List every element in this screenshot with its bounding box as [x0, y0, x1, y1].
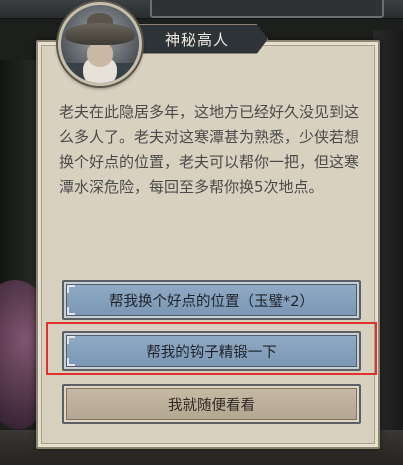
- background-top-frame: [150, 0, 384, 18]
- npc-dialog-text: 老夫在此隐居多年，这地方已经好久没见到这么多人了。老夫对这寒潭甚为熟悉，少侠若想…: [59, 103, 360, 196]
- option-button-refine-hook[interactable]: 帮我的钩子精锻一下: [62, 331, 361, 371]
- npc-name: 神秘高人: [164, 30, 229, 49]
- background-scenery: [0, 60, 40, 310]
- button-corner-ornament: [67, 358, 75, 366]
- npc-name-plate: 神秘高人: [126, 24, 268, 54]
- option-button-change-position[interactable]: 帮我换个好点的位置（玉璧*2）: [62, 280, 361, 320]
- option-label: 我就随便看看: [168, 397, 255, 414]
- portrait-straw-hat: [65, 23, 135, 45]
- button-corner-ornament: [67, 285, 75, 293]
- npc-portrait: [58, 2, 142, 86]
- button-corner-ornament: [67, 307, 75, 315]
- option-label: 帮我的钩子精锻一下: [146, 344, 277, 361]
- option-label: 帮我换个好点的位置（玉璧*2）: [109, 293, 314, 310]
- button-corner-ornament: [67, 336, 75, 344]
- option-button-just-looking[interactable]: 我就随便看看: [62, 384, 361, 424]
- portrait-face: [87, 43, 113, 67]
